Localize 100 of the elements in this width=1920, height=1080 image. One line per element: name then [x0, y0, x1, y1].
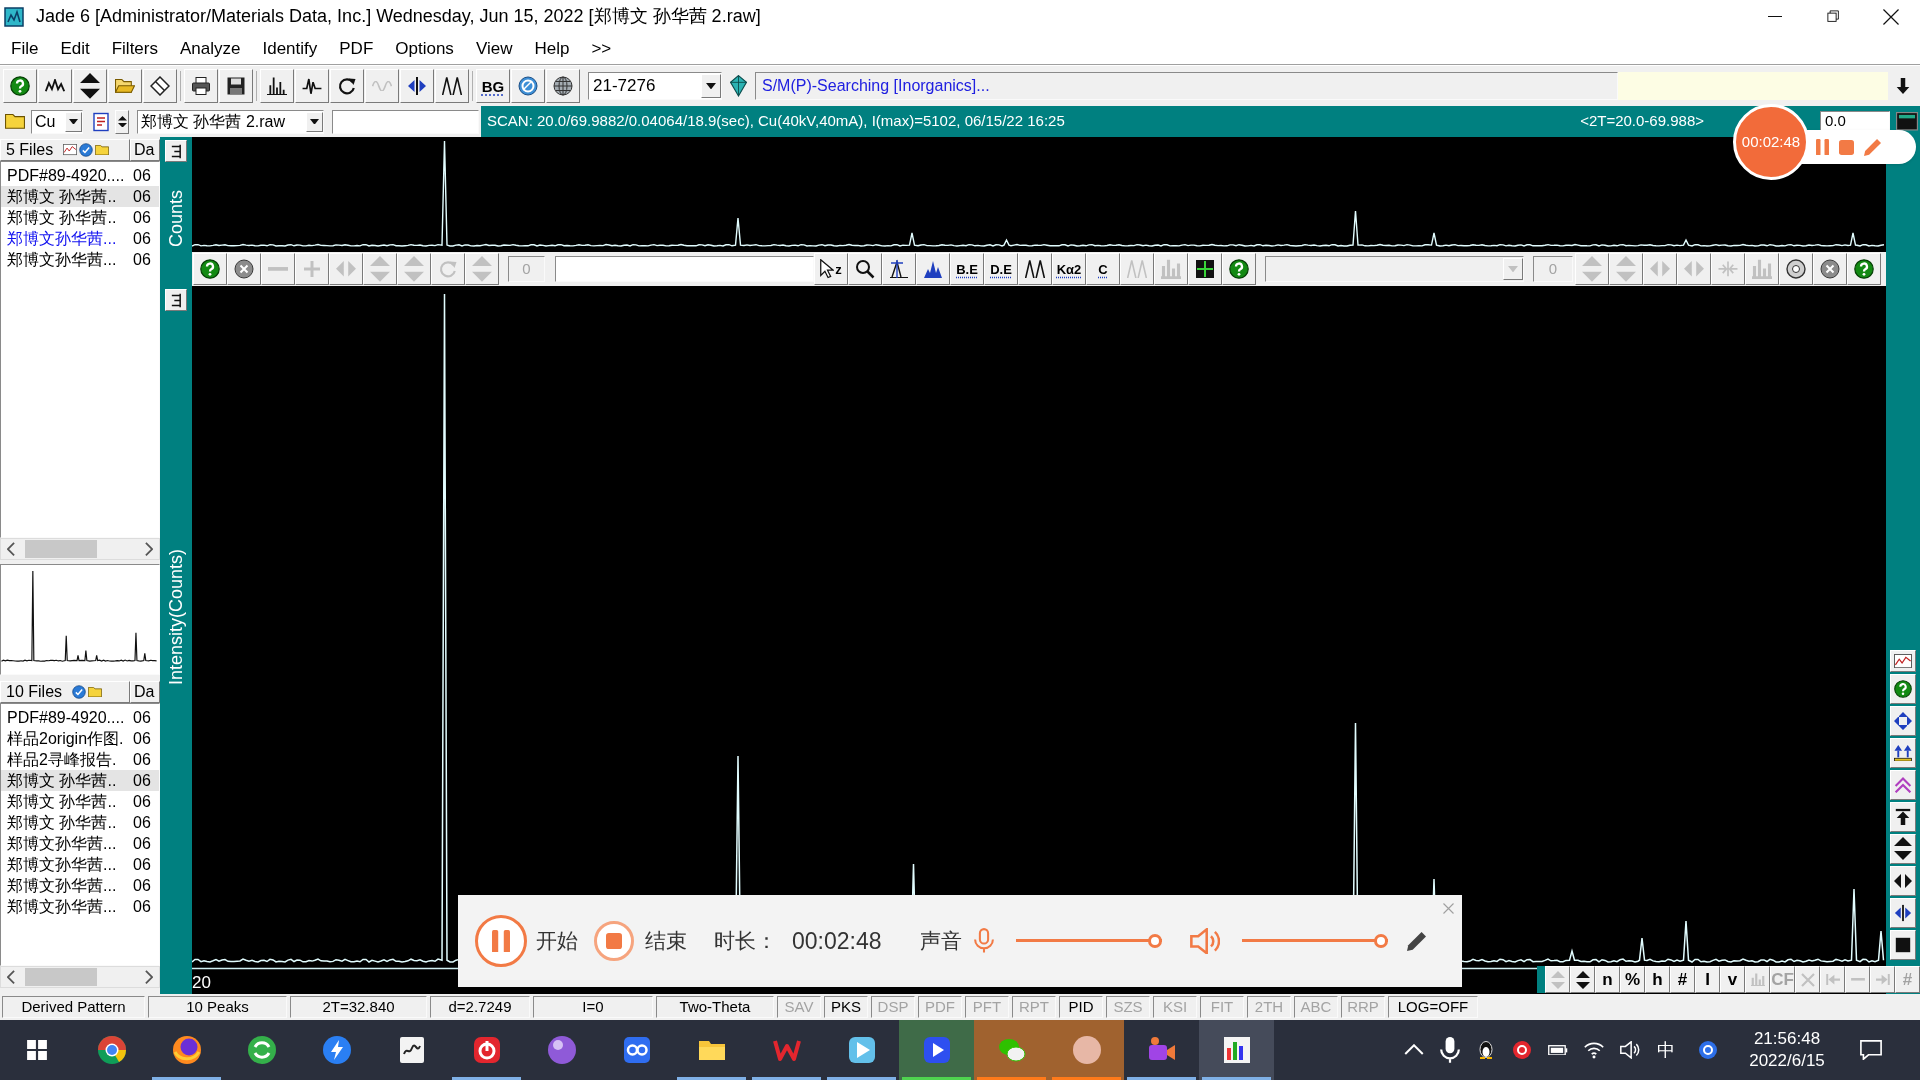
help-button[interactable] [3, 69, 37, 103]
card-number-combo[interactable]: 21-7276 [588, 72, 722, 100]
scrollbar-thumb[interactable] [25, 968, 97, 986]
up-down-arrows-button[interactable] [73, 69, 107, 103]
stop-button[interactable] [594, 921, 634, 961]
microphone-icon[interactable] [1440, 1036, 1460, 1064]
disc-button[interactable] [1779, 253, 1813, 285]
help-button[interactable] [1847, 253, 1881, 285]
status-toggle[interactable]: PID [1059, 996, 1103, 1018]
clock-date[interactable]: 2022/6/15 [1749, 1050, 1825, 1072]
up-down-arrows-button[interactable] [1890, 834, 1916, 864]
monitor-icon[interactable] [1896, 112, 1918, 131]
toolbar-button[interactable]: # [1670, 966, 1695, 993]
text-input-field[interactable] [555, 256, 814, 282]
slider-thumb[interactable] [1147, 934, 1162, 948]
toolbar-button[interactable]: C [1086, 253, 1120, 285]
file-list-row[interactable]: 郑博文 孙华茜.. 06 [1, 791, 159, 812]
spinner[interactable] [115, 109, 129, 134]
search-button[interactable] [848, 253, 882, 285]
menu-item[interactable]: Options [384, 36, 465, 61]
axis-scale-button[interactable] [165, 140, 187, 162]
toolbar-button[interactable]: % [1620, 966, 1645, 993]
file-list-row[interactable]: 郑博文孙华茜... 06 [1, 854, 159, 875]
print-button[interactable] [184, 69, 218, 103]
filled-peaks-button[interactable] [916, 253, 950, 285]
folder-icon[interactable] [5, 114, 25, 129]
slider-thumb[interactable] [1373, 934, 1388, 948]
cancel-button[interactable] [227, 253, 261, 285]
menu-item[interactable]: View [464, 36, 524, 61]
down-arrow-icon[interactable] [1894, 77, 1912, 95]
file-combo[interactable]: 郑博文 孙华茜 2.raw [137, 109, 324, 134]
radiation-combo[interactable]: Cu [31, 109, 83, 134]
taskbar-app-button[interactable] [1199, 1020, 1274, 1080]
file-list-row[interactable]: PDF#89-4920.... 06 [1, 707, 159, 728]
file-list-row[interactable]: 样品2寻峰报告. 06 [1, 749, 159, 770]
four-way-arrows-button[interactable] [1890, 706, 1916, 736]
wifi-icon[interactable] [1584, 1041, 1604, 1059]
double-chevron-up-button[interactable] [1890, 770, 1916, 800]
menu-item[interactable]: Help [523, 36, 581, 61]
volume-icon[interactable] [1620, 1041, 1640, 1059]
arrow-to-top-button[interactable] [1890, 802, 1916, 832]
double-peak-button[interactable] [1018, 253, 1052, 285]
toolbar-button[interactable]: v [1720, 966, 1745, 993]
spectrum-line-button[interactable] [295, 69, 329, 103]
penguin-icon[interactable] [1476, 1040, 1496, 1060]
horizontal-scrollbar[interactable] [0, 966, 160, 988]
column-header[interactable]: 10 Files [0, 681, 130, 703]
scrollbar-thumb[interactable] [25, 540, 97, 558]
toolbar-button[interactable]: B.E [950, 253, 984, 285]
toolbar-button[interactable]: D.E [984, 253, 1018, 285]
file-list-row[interactable]: 郑博文孙华茜... 06 [1, 228, 159, 249]
menu-item[interactable]: Identify [251, 36, 329, 61]
input-mode-indicator[interactable]: 中 [1657, 1041, 1675, 1059]
axis-scale-button[interactable] [165, 289, 187, 312]
clock-time[interactable]: 21:56:48 [1753, 1028, 1821, 1050]
diamond-button[interactable] [143, 69, 177, 103]
file-list-row[interactable]: 郑博文 孙华茜.. 06 [1, 186, 159, 207]
battery-icon[interactable] [1548, 1044, 1568, 1056]
file-list-row[interactable]: 郑博文 孙华茜.. 06 [1, 207, 159, 228]
chevron-up-icon[interactable] [1404, 1044, 1424, 1056]
toolbar-button[interactable]: Kα2 [1052, 253, 1086, 285]
ring-disc-button[interactable] [511, 69, 545, 103]
horizontal-scrollbar[interactable] [0, 538, 160, 560]
file-list-row[interactable]: 郑博文 孙华茜.. 06 [1, 770, 159, 791]
status-toggle[interactable]: PKS [824, 996, 868, 1018]
speaker-volume-slider[interactable] [1241, 934, 1388, 948]
stop-icon[interactable] [1839, 139, 1854, 155]
ring-badge-icon[interactable] [1512, 1040, 1532, 1060]
menu-item[interactable]: >> [580, 36, 623, 61]
microphone-volume-slider[interactable] [1015, 934, 1162, 948]
search-status-field[interactable]: S/M(P)-Searching [Inorganics]... [755, 72, 1618, 100]
file-list-row[interactable]: 样品2origin作图. 06 [1, 728, 159, 749]
circle-badge-icon[interactable] [1698, 1040, 1718, 1060]
column-header[interactable]: Da [130, 681, 160, 703]
toolbar-button[interactable]: h [1645, 966, 1670, 993]
status-toggle[interactable]: LOG=OFF [1388, 996, 1478, 1018]
menu-item[interactable]: Filters [100, 36, 169, 61]
menu-item[interactable]: File [0, 36, 50, 61]
refresh-button[interactable] [330, 69, 364, 103]
toolbar-button[interactable]: I [1695, 966, 1720, 993]
menu-item[interactable]: PDF [328, 36, 385, 61]
double-peak-button[interactable] [435, 69, 469, 103]
up-down-arrows-button[interactable] [1570, 966, 1595, 993]
message-field[interactable] [1618, 72, 1888, 100]
grid-button[interactable] [1188, 253, 1222, 285]
file-list-row[interactable]: 郑博文孙华茜... 06 [1, 249, 159, 270]
pause-icon[interactable] [1816, 138, 1829, 156]
toolbar-button[interactable]: n [1595, 966, 1620, 993]
help-button[interactable] [1222, 253, 1256, 285]
offset-field[interactable]: 0.0 [1820, 110, 1890, 133]
open-folder-button[interactable] [108, 69, 142, 103]
toolbar-button[interactable]: BG [476, 69, 510, 103]
line-chart-button[interactable] [1890, 650, 1916, 672]
column-header[interactable]: 5 Files [0, 139, 130, 161]
cancel-button[interactable] [1813, 253, 1847, 285]
text-input-field[interactable] [332, 109, 479, 134]
pencil-icon[interactable] [1406, 931, 1426, 951]
pointer-button[interactable]: z [814, 253, 848, 285]
file-list-row[interactable]: 郑博文 孙华茜.. 06 [1, 812, 159, 833]
notepad-icon[interactable] [91, 111, 111, 132]
